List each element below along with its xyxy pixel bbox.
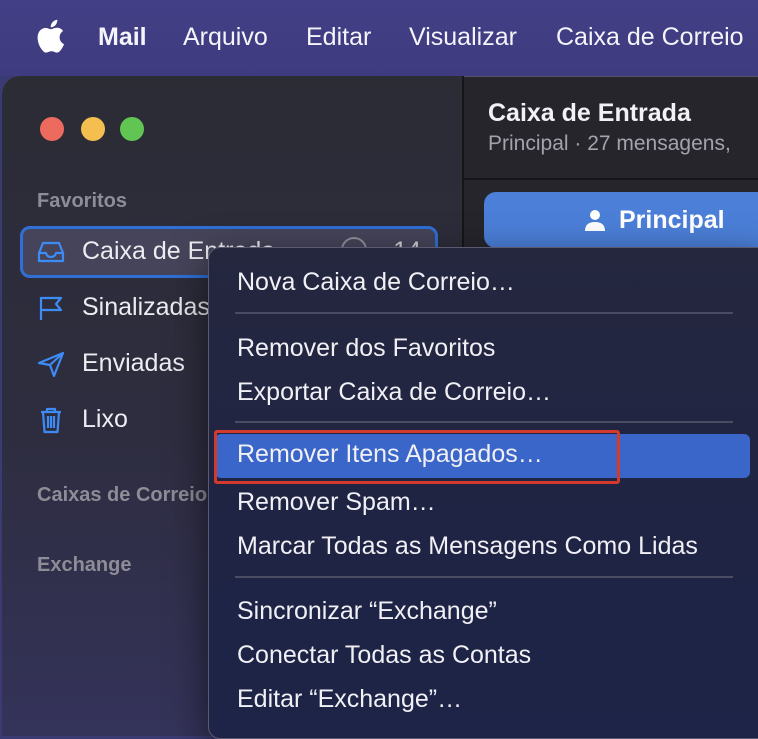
mailboxes-section-label[interactable]: Caixas de Correio (37, 484, 207, 507)
zoom-window-button[interactable] (120, 117, 144, 141)
mailbox-title: Caixa de Entrada (488, 99, 691, 127)
menu-item-sync-exchange[interactable]: Sincronizar “Exchange” (237, 597, 497, 626)
paper-plane-icon (37, 351, 65, 378)
menu-item-erase-junk[interactable]: Remover Spam… (237, 488, 436, 517)
sidebar-item-label: Enviadas (82, 349, 185, 377)
trash-icon (41, 407, 61, 434)
sidebar-item-label: Sinalizadas (82, 293, 210, 321)
apple-icon[interactable] (35, 19, 65, 53)
menu-editar[interactable]: Editar (306, 22, 371, 52)
flag-icon (39, 296, 63, 320)
principal-label: Principal (619, 206, 725, 234)
principal-category-button[interactable]: Principal (484, 192, 758, 248)
menu-visualizar[interactable]: Visualizar (409, 22, 517, 52)
pane-divider (464, 178, 758, 180)
highlight-annotation-box (214, 430, 620, 484)
menu-separator (235, 576, 733, 578)
menu-item-remove-from-favorites[interactable]: Remover dos Favoritos (237, 334, 495, 363)
minimize-window-button[interactable] (81, 117, 105, 141)
menu-bar: Mail Arquivo Editar Visualizar Caixa de … (0, 0, 758, 76)
menu-item-mark-all-read[interactable]: Marcar Todas as Mensagens Como Lidas (237, 532, 698, 561)
menu-caixa-de-correio[interactable]: Caixa de Correio (556, 22, 744, 52)
menu-app-mail[interactable]: Mail (98, 22, 147, 52)
menu-arquivo[interactable]: Arquivo (183, 22, 268, 52)
favorites-section-label: Favoritos (37, 190, 128, 212)
exchange-section-label[interactable]: Exchange (37, 554, 131, 577)
menu-item-edit-exchange[interactable]: Editar “Exchange”… (237, 685, 462, 714)
person-icon (585, 210, 605, 231)
context-menu: Nova Caixa de Correio… Remover dos Favor… (208, 247, 758, 739)
sidebar-item-label: Lixo (82, 405, 128, 433)
menu-separator (235, 312, 733, 314)
menu-item-connect-all-accounts[interactable]: Conectar Todas as Contas (237, 641, 531, 670)
menu-separator (235, 421, 733, 423)
mailbox-subtitle: Principal · 27 mensagens, (488, 132, 731, 155)
menu-item-new-mailbox[interactable]: Nova Caixa de Correio… (237, 268, 515, 297)
inbox-icon (37, 241, 65, 263)
menu-item-export-mailbox[interactable]: Exportar Caixa de Correio… (237, 378, 551, 407)
close-window-button[interactable] (40, 117, 64, 141)
